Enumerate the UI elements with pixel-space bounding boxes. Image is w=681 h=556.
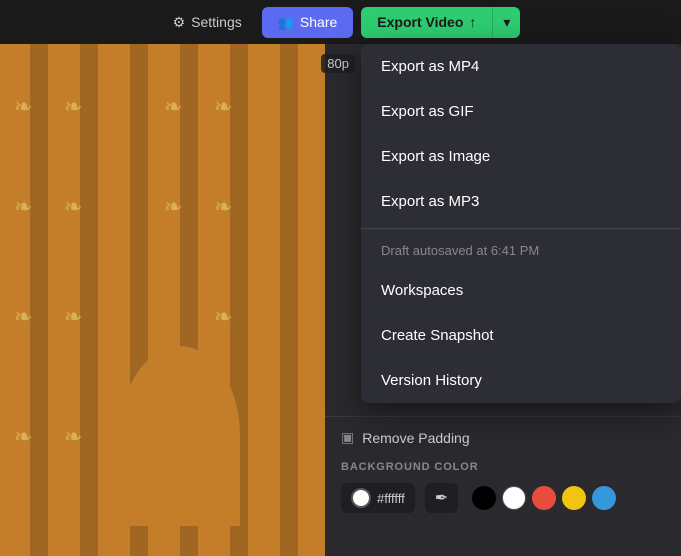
arrow-deco-1: ❧ xyxy=(14,94,32,120)
resolution-badge: 80p xyxy=(321,54,355,73)
arrow-deco-7: ❧ xyxy=(64,304,82,330)
arrow-deco-2: ❧ xyxy=(14,194,32,220)
color-circle-red[interactable] xyxy=(532,486,556,510)
export-mp3-label: Export as MP3 xyxy=(381,193,479,210)
color-preview[interactable]: #ffffff xyxy=(341,483,415,513)
bottom-panel: Remove Padding BACKGROUND COLOR #ffffff … xyxy=(325,416,681,556)
menu-divider-1 xyxy=(361,228,681,229)
arrow-deco-5: ❧ xyxy=(64,94,82,120)
stripe-2 xyxy=(80,44,98,556)
color-circles xyxy=(472,486,616,510)
menu-item-version-history[interactable]: Version History xyxy=(361,358,681,403)
color-circle-yellow[interactable] xyxy=(562,486,586,510)
bg-color-label: BACKGROUND COLOR xyxy=(341,461,665,473)
color-row: #ffffff ✒ xyxy=(341,483,665,513)
share-label: Share xyxy=(300,14,337,30)
stripe-1 xyxy=(30,44,48,556)
remove-padding-label: Remove Padding xyxy=(362,430,469,446)
arrow-deco-6: ❧ xyxy=(64,194,82,220)
top-bar: Settings Share Export Video xyxy=(0,0,681,44)
arrow-deco-3: ❧ xyxy=(14,304,32,330)
color-hex-value: #ffffff xyxy=(377,491,405,506)
share-button[interactable]: Share xyxy=(262,7,354,38)
color-circle-white[interactable] xyxy=(502,486,526,510)
export-video-group: Export Video xyxy=(361,7,520,38)
arrow-deco-12: ❧ xyxy=(214,94,232,120)
menu-item-export-gif[interactable]: Export as GIF xyxy=(361,89,681,134)
stripe-6 xyxy=(280,44,298,556)
settings-label: Settings xyxy=(191,14,242,30)
export-video-label: Export Video xyxy=(377,14,463,30)
arrow-deco-13: ❧ xyxy=(214,194,232,220)
canvas-pattern: ❧ ❧ ❧ ❧ ❧ ❧ ❧ ❧ ❧ ❧ ❧ ❧ ❧ ❧ ❧ xyxy=(0,44,325,556)
create-snapshot-label: Create Snapshot xyxy=(381,327,494,344)
upload-icon xyxy=(469,14,476,30)
version-history-label: Version History xyxy=(381,372,482,389)
menu-item-export-mp4[interactable]: Export as MP4 xyxy=(361,44,681,89)
face-shape xyxy=(120,346,240,526)
settings-button[interactable]: Settings xyxy=(161,8,254,37)
arrow-deco-4: ❧ xyxy=(14,424,32,450)
export-gif-label: Export as GIF xyxy=(381,103,474,120)
export-video-chevron-button[interactable] xyxy=(492,7,520,38)
export-mp4-label: Export as MP4 xyxy=(381,58,479,75)
dropdown-menu: Export as MP4 Export as GIF Export as Im… xyxy=(361,44,681,403)
arrow-deco-14: ❧ xyxy=(214,304,232,330)
color-circle-black[interactable] xyxy=(472,486,496,510)
remove-padding-checkbox[interactable] xyxy=(341,429,354,447)
gear-icon xyxy=(173,14,186,31)
arrow-deco-10: ❧ xyxy=(164,194,182,220)
menu-item-workspaces[interactable]: Workspaces xyxy=(361,268,681,313)
bg-color-section: BACKGROUND COLOR #ffffff ✒ xyxy=(341,461,665,513)
color-swatch-white xyxy=(351,488,371,508)
menu-item-export-mp3[interactable]: Export as MP3 xyxy=(361,179,681,224)
export-image-label: Export as Image xyxy=(381,148,490,165)
share-icon xyxy=(278,14,294,31)
chevron-down-icon xyxy=(503,14,510,31)
menu-item-create-snapshot[interactable]: Create Snapshot xyxy=(361,313,681,358)
autosaved-text: Draft autosaved at 6:41 PM xyxy=(361,233,681,268)
menu-item-export-image[interactable]: Export as Image xyxy=(361,134,681,179)
export-video-button[interactable]: Export Video xyxy=(361,7,492,38)
arrow-deco-9: ❧ xyxy=(164,94,182,120)
eyedropper-icon: ✒ xyxy=(435,490,448,507)
eyedropper-button[interactable]: ✒ xyxy=(425,483,458,513)
workspaces-label: Workspaces xyxy=(381,282,463,299)
arrow-deco-8: ❧ xyxy=(64,424,82,450)
remove-padding-row: Remove Padding xyxy=(341,429,665,447)
canvas-area: ❧ ❧ ❧ ❧ ❧ ❧ ❧ ❧ ❧ ❧ ❧ ❧ ❧ ❧ ❧ xyxy=(0,44,325,556)
color-circle-blue[interactable] xyxy=(592,486,616,510)
resolution-text: 80p xyxy=(327,56,349,71)
